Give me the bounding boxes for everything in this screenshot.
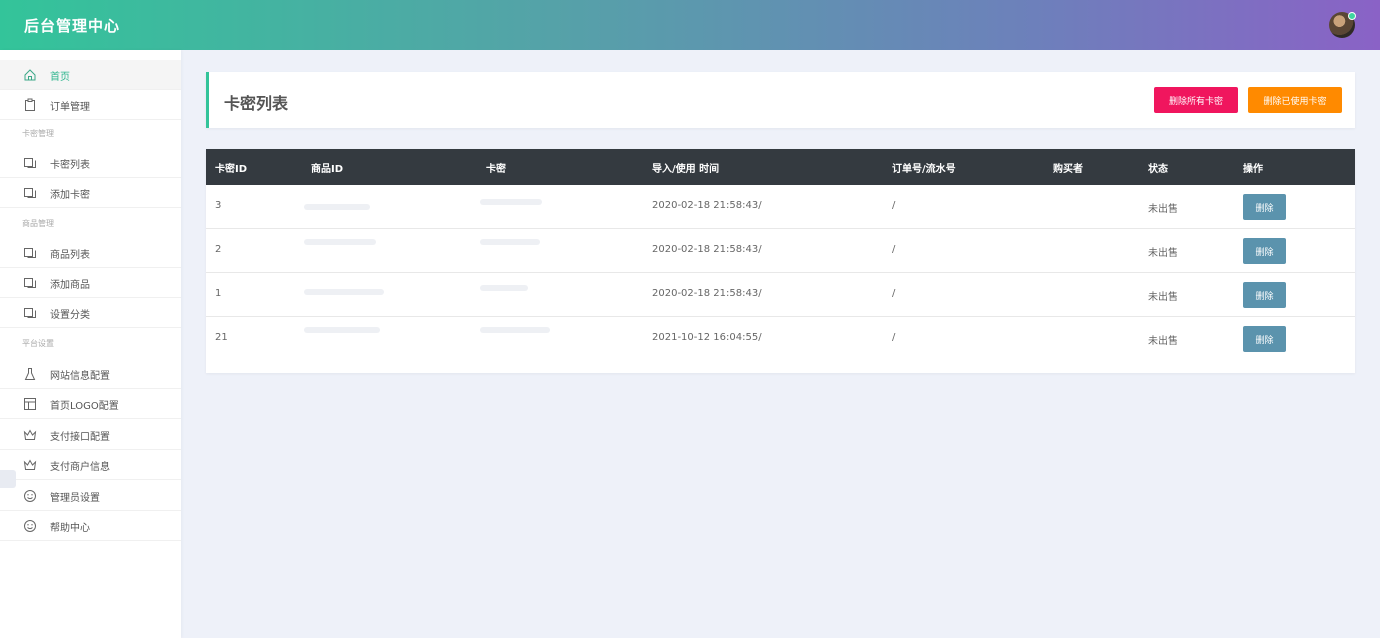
sidebar-item-admin-settings[interactable]: 管理员设置 (0, 481, 181, 511)
smile-icon (22, 488, 38, 504)
crown-icon (22, 427, 38, 443)
table-row: 1 2020-02-18 21:58:43/ / 未出售 删除 (206, 273, 1355, 317)
top-bar: 后台管理中心 (0, 0, 1380, 50)
column-header: 操作 (1243, 164, 1263, 175)
column-header: 卡密 (486, 164, 506, 175)
sidebar-group-products: 商品管理 (22, 219, 54, 228)
table-row: 21 2021-10-12 16:04:55/ / 未出售 删除 (206, 317, 1355, 361)
import-time: 2020-02-18 21:58:43/ (652, 288, 762, 299)
copy-icon (22, 305, 38, 321)
sidebar-item-label: 帮助中心 (50, 523, 90, 534)
status-text: 未出售 (1148, 336, 1178, 347)
column-header: 订单号/流水号 (892, 164, 956, 175)
redacted-card-key (480, 239, 540, 245)
table-row: 2 2020-02-18 21:58:43/ / 未出售 删除 (206, 229, 1355, 273)
online-status-dot (1348, 12, 1356, 20)
sidebar-item-label: 支付商户信息 (50, 462, 110, 473)
clipboard-icon (22, 97, 38, 113)
delete-row-button[interactable]: 删除 (1243, 282, 1286, 308)
sidebar: 首页 订单管理 卡密管理 卡密列表 添加卡密 商品管理 商品列表 添加商品 设置… (0, 50, 181, 638)
crown-icon (22, 457, 38, 473)
sidebar-item-home[interactable]: 首页 (0, 60, 181, 90)
sidebar-item-label: 网站信息配置 (50, 371, 110, 382)
sidebar-item-categories[interactable]: 设置分类 (0, 298, 181, 328)
delete-all-cards-button[interactable]: 删除所有卡密 (1154, 87, 1238, 113)
page-header-card: 卡密列表 删除所有卡密 删除已使用卡密 (206, 72, 1355, 128)
card-id: 3 (215, 200, 222, 211)
page-title: 卡密列表 (224, 94, 289, 113)
sidebar-item-payment-config[interactable]: 支付接口配置 (0, 420, 181, 450)
sidebar-item-label: 首页LOGO配置 (50, 401, 119, 412)
delete-row-button[interactable]: 删除 (1243, 194, 1286, 220)
redacted-product-id (304, 204, 370, 210)
sidebar-item-label: 设置分类 (50, 310, 90, 321)
table-row: 3 2020-02-18 21:58:43/ / 未出售 删除 (206, 185, 1355, 229)
sidebar-group-platform: 平台设置 (22, 339, 54, 348)
redacted-product-id (304, 327, 380, 333)
card-id: 21 (215, 332, 228, 343)
status-text: 未出售 (1148, 248, 1178, 259)
sidebar-item-card-list[interactable]: 卡密列表 (0, 148, 181, 178)
redacted-card-key (480, 199, 542, 205)
copy-icon (22, 155, 38, 171)
copy-icon (22, 245, 38, 261)
import-time: 2020-02-18 21:58:43/ (652, 244, 762, 255)
column-header: 导入/使用 时间 (652, 164, 720, 175)
import-time: 2021-10-12 16:04:55/ (652, 332, 762, 343)
delete-row-button[interactable]: 删除 (1243, 326, 1286, 352)
sidebar-item-orders[interactable]: 订单管理 (0, 90, 181, 120)
sidebar-item-label: 添加商品 (50, 280, 90, 291)
redacted-product-id (304, 239, 376, 245)
card-id: 1 (215, 288, 222, 299)
status-text: 未出售 (1148, 204, 1178, 215)
home-icon (22, 67, 38, 83)
import-time: 2020-02-18 21:58:43/ (652, 200, 762, 211)
sidebar-item-label: 首页 (50, 72, 70, 83)
smile-icon (22, 518, 38, 534)
delete-row-button[interactable]: 删除 (1243, 238, 1286, 264)
order-number: / (892, 200, 896, 211)
sidebar-item-add-product[interactable]: 添加商品 (0, 268, 181, 298)
order-number: / (892, 244, 896, 255)
app-title: 后台管理中心 (24, 17, 121, 35)
sidebar-item-label: 订单管理 (50, 102, 90, 113)
redacted-card-key (480, 285, 528, 291)
sidebar-item-merchant-info[interactable]: 支付商户信息 (0, 450, 181, 480)
card-id: 2 (215, 244, 222, 255)
sidebar-item-add-card[interactable]: 添加卡密 (0, 178, 181, 208)
column-header: 卡密ID (215, 164, 248, 175)
redacted-product-id (304, 289, 384, 295)
column-header: 商品ID (311, 164, 344, 175)
order-number: / (892, 332, 896, 343)
delete-used-cards-button[interactable]: 删除已使用卡密 (1248, 87, 1342, 113)
sidebar-item-site-config[interactable]: 网站信息配置 (0, 359, 181, 389)
redacted-card-key (480, 327, 550, 333)
sidebar-item-help[interactable]: 帮助中心 (0, 511, 181, 541)
order-number: / (892, 288, 896, 299)
card-table: 卡密ID 商品ID 卡密 导入/使用 时间 订单号/流水号 购买者 状态 操作 … (206, 149, 1355, 373)
flask-icon (22, 366, 38, 382)
sidebar-item-label: 添加卡密 (50, 190, 90, 201)
column-header: 购买者 (1053, 164, 1083, 175)
sidebar-collapse-handle[interactable] (0, 470, 16, 488)
sidebar-item-label: 支付接口配置 (50, 432, 110, 443)
sidebar-item-product-list[interactable]: 商品列表 (0, 238, 181, 268)
sidebar-item-label: 管理员设置 (50, 493, 100, 504)
layout-icon (22, 396, 38, 412)
copy-icon (22, 275, 38, 291)
sidebar-group-cards: 卡密管理 (22, 129, 54, 138)
sidebar-item-label: 卡密列表 (50, 160, 90, 171)
table-header: 卡密ID 商品ID 卡密 导入/使用 时间 订单号/流水号 购买者 状态 操作 (206, 149, 1355, 185)
column-header: 状态 (1148, 164, 1168, 175)
sidebar-item-label: 商品列表 (50, 250, 90, 261)
sidebar-item-logo-config[interactable]: 首页LOGO配置 (0, 389, 181, 419)
copy-icon (22, 185, 38, 201)
status-text: 未出售 (1148, 292, 1178, 303)
